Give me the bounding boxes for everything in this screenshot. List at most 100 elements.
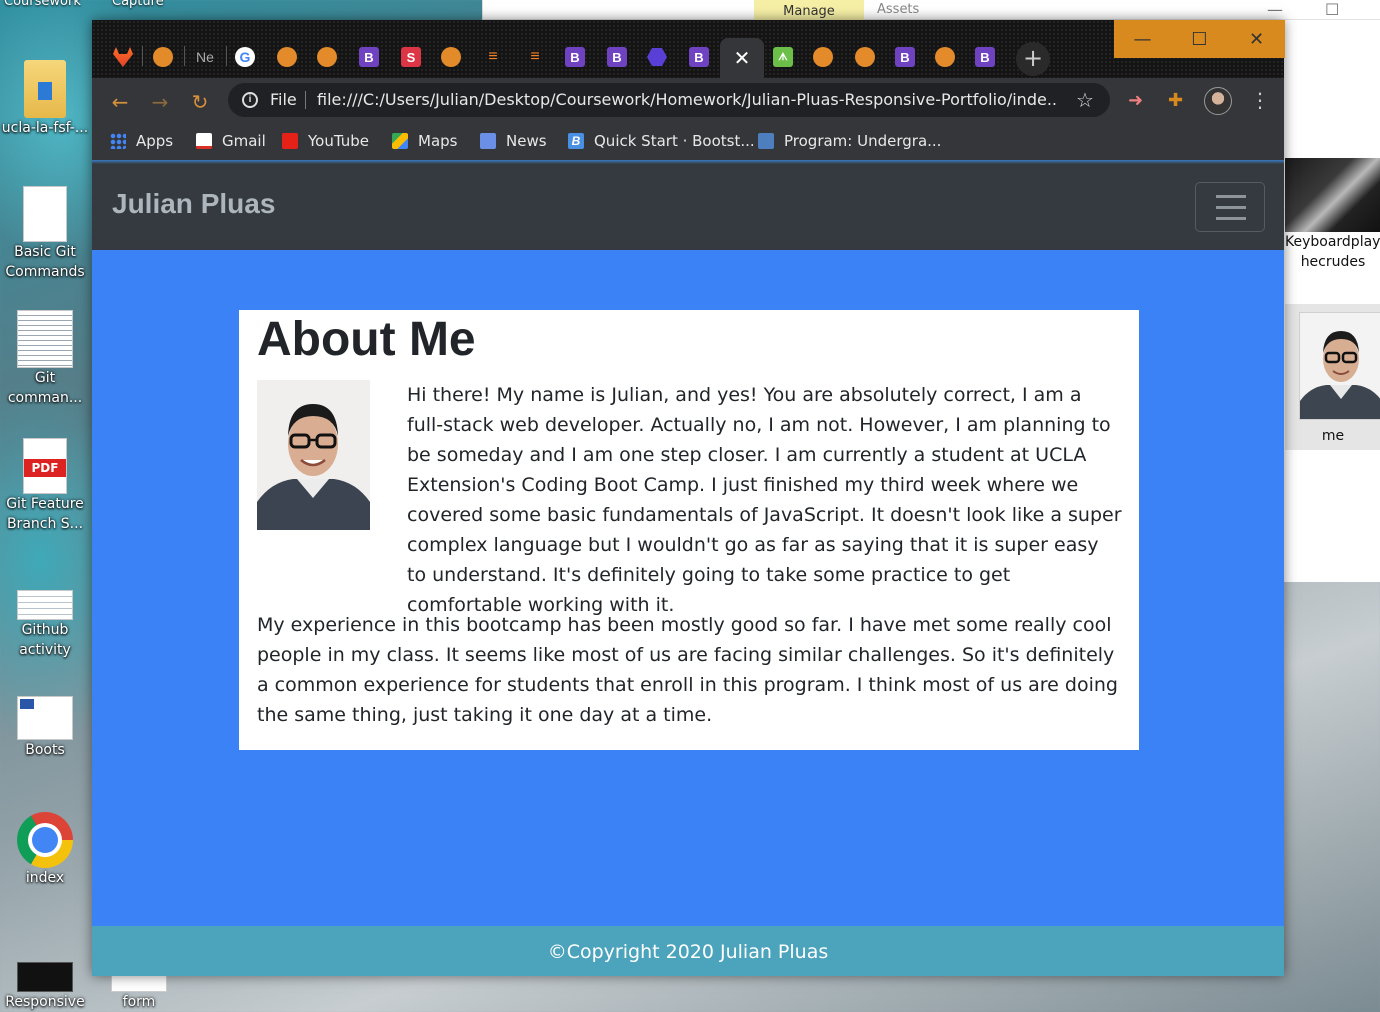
forward-arrow-icon[interactable]: → [148,90,172,114]
new-tab-button[interactable]: + [1016,42,1050,76]
desktop-icon-label: Git comman... [7,370,83,406]
url-text[interactable]: file:///C:/Users/Julian/Desktop/Coursewo… [317,90,1057,109]
minimize-button[interactable]: — [1114,20,1171,58]
tab-bootstrap[interactable]: B [966,38,1004,76]
globe-icon [277,47,297,67]
desktop-icon-git-commands[interactable]: Git comman... [0,310,90,408]
desktop-icon-boots[interactable]: Boots [0,696,90,760]
image-thumbnail-icon [17,696,73,740]
tab-globe[interactable] [432,38,470,76]
desktop-icon-git-feature-branch[interactable]: PDF Git Feature Branch S... [0,438,90,534]
navbar-brand[interactable]: Julian Pluas [112,188,275,220]
folder-icon [24,60,66,118]
bookmarks-bar: Apps Gmail YouTube Maps News B Quick Star… [92,124,1284,160]
bookmark-maps[interactable]: Maps [392,132,457,150]
maximize-icon[interactable]: ☐ [1325,0,1339,19]
desktop-icon-index[interactable]: index [0,812,90,888]
close-icon[interactable]: ✕ [734,46,751,70]
tab-google[interactable]: G [226,38,264,76]
address-bar[interactable]: i File file:///C:/Users/Julian/Desktop/C… [228,83,1110,117]
tab-globe[interactable] [846,38,884,76]
pdf-badge: PDF [24,459,66,477]
scheme-label: File [270,90,297,109]
bookmark-news[interactable]: News [480,132,547,150]
bookmark-label: Program: Undergra... [784,132,942,150]
news-icon [480,133,496,149]
tab-s[interactable]: S [392,38,430,76]
maximize-button[interactable]: ☐ [1171,20,1228,58]
back-arrow-icon[interactable]: ← [108,90,132,114]
desktop-icon-responsive[interactable]: Responsive [0,962,90,1012]
web-page: Julian Pluas About Me Hi there! My name … [92,160,1284,976]
tab-bootstrap[interactable]: B [350,38,388,76]
program-icon [758,133,774,149]
tab-globe[interactable] [268,38,306,76]
maps-icon [392,133,408,149]
extension-screencast-icon[interactable]: ➜ [1128,90,1143,111]
tab-hexagon[interactable] [638,38,676,76]
image-thumbnail-icon [17,590,73,620]
extensions-puzzle-icon[interactable]: ✚ [1168,90,1183,111]
desktop-icon-label: Basic Git Commands [5,244,85,280]
bookmark-youtube[interactable]: YouTube [282,132,369,150]
bookmark-label: News [506,132,547,150]
tab-active[interactable]: ✕ [720,38,764,78]
new-tab-icon: Ne [196,49,214,65]
tab-stackoverflow[interactable]: ≡ [474,38,512,76]
ribbon-tab-manage[interactable]: Manage [754,0,864,20]
tab-stackoverflow[interactable]: ≡ [516,38,554,76]
bookmark-label: YouTube [308,132,369,150]
about-paragraph-1: Hi there! My name is Julian, and yes! Yo… [407,384,1122,616]
globe-icon [441,47,461,67]
minimize-icon[interactable]: — [1267,0,1283,19]
profile-avatar[interactable] [1204,87,1232,115]
bookmark-program[interactable]: Program: Undergra... [758,132,941,150]
file-label: Keyboardplayer hecrudes [1285,234,1380,270]
desktop-icon-github-activity[interactable]: Github activity [0,576,90,660]
explorer-file-me[interactable]: me [1285,304,1380,450]
site-footer: ©Copyright 2020 Julian Pluas [92,926,1284,976]
tab-bootstrap[interactable]: B [598,38,636,76]
browser-window[interactable]: — ☐ ✕ Ne G B S ≡ ≡ B B B ✕ ᗑ B B + ← → ↻… [92,20,1285,976]
navbar-toggle-button[interactable] [1195,182,1265,232]
reload-icon[interactable]: ↻ [188,90,212,114]
desktop-icon-label: ucla-la-fsf-... [1,120,89,136]
kebab-menu-icon[interactable]: ⋮ [1250,88,1270,112]
globe-icon [935,47,955,67]
bootstrap-icon: B [359,47,379,67]
tab-bootstrap[interactable]: B [886,38,924,76]
tab-globe[interactable] [926,38,964,76]
tab-globe[interactable] [144,38,182,76]
page-title: About Me [257,313,476,366]
tab-gitlab[interactable] [104,38,142,76]
bookmark-label: Quick Start · Bootst... [594,132,755,150]
document-image-icon [17,310,73,368]
bookmark-apps[interactable]: Apps [110,132,173,150]
portrait-thumbnail [1299,312,1380,420]
close-window-button[interactable]: ✕ [1228,20,1285,58]
pdf-icon: PDF [23,438,67,494]
tab-globe[interactable] [804,38,842,76]
bookmark-gmail[interactable]: Gmail [196,132,266,150]
ribbon-tab-assets[interactable]: Assets [877,0,919,20]
tab-globe[interactable] [308,38,346,76]
desktop-icon-ucla-folder[interactable]: ucla-la-fsf-... [0,60,90,138]
desktop-icon-label: Responsive [5,994,85,1010]
star-icon[interactable]: ☆ [1076,88,1094,112]
tab-bootstrap[interactable]: B [556,38,594,76]
explorer-file-keyboardplayer[interactable]: Keyboardplayer hecrudes [1285,158,1380,272]
profile-photo [257,380,370,530]
green-app-icon: ᗑ [773,47,793,67]
bookmark-bootstrap[interactable]: B Quick Start · Bootst... [568,132,755,150]
desktop-icon-basic-git[interactable]: Basic Git Commands [0,186,90,282]
explorer-ribbon [483,0,1380,20]
tab-new[interactable]: Ne [186,38,224,76]
hexagon-icon [647,48,667,66]
info-icon[interactable]: i [242,92,258,108]
bootstrap-icon: B [565,47,585,67]
tab-bootstrap[interactable]: B [680,38,718,76]
desktop-icon-label: index [25,870,65,886]
hamburger-icon [1216,195,1246,198]
tab-green-app[interactable]: ᗑ [764,38,802,76]
desktop-icon-label: form [122,994,156,1010]
